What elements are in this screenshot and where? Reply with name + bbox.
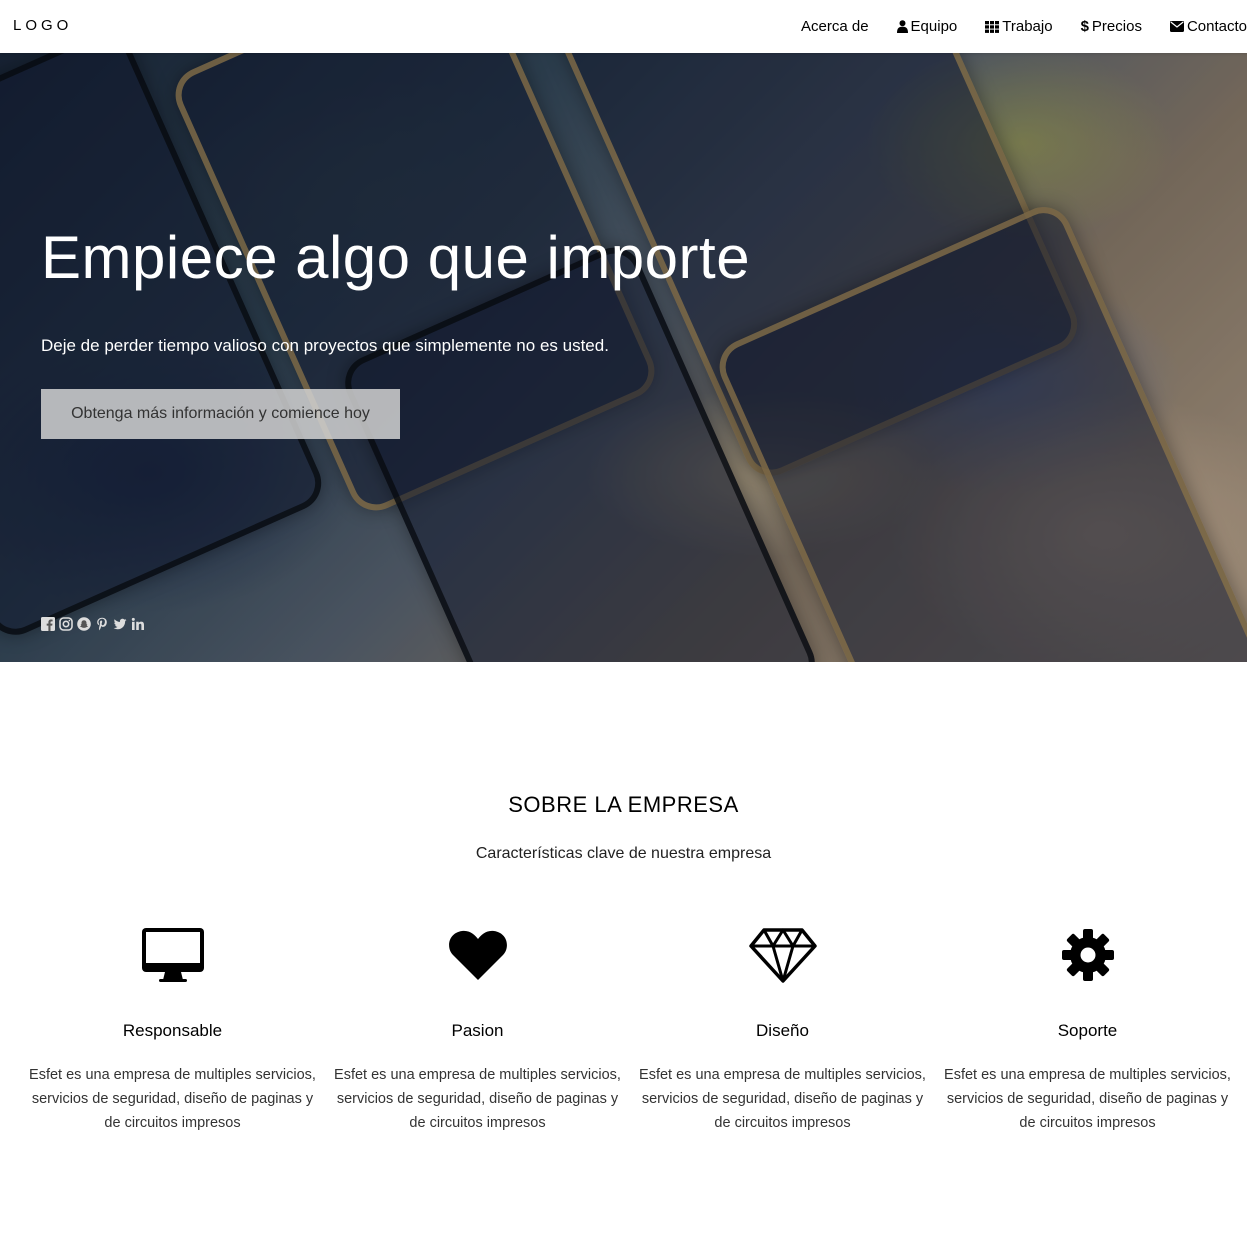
social-links [41, 617, 145, 631]
hero-overlay [0, 53, 1247, 662]
snapchat-icon[interactable] [77, 617, 91, 631]
nav-item-label: Acerca de [801, 18, 869, 35]
instagram-icon[interactable] [59, 617, 73, 631]
nav-item-label: Contacto [1186, 18, 1247, 35]
feature-title: Diseño [756, 1021, 809, 1040]
features-row: Responsable Esfet es una empresa de mult… [20, 925, 1240, 1135]
feature-title: Pasion [451, 1021, 504, 1040]
hero-title: Empiece algo que importe [41, 224, 751, 291]
nav-item-trabajo[interactable]: Trabajo [971, 0, 1066, 53]
feature-responsable: Responsable Esfet es una empresa de mult… [20, 925, 325, 1135]
linkedin-icon[interactable] [131, 617, 145, 631]
feature-text: Esfet es una empresa de multiples servic… [334, 1067, 621, 1131]
heart-icon [325, 925, 630, 985]
gear-icon [935, 925, 1240, 985]
desktop-icon [20, 925, 325, 985]
nav-item-label: Trabajo [1002, 18, 1053, 35]
nav-item-label: Equipo [910, 18, 958, 35]
feature-diseno: Diseño Esfet es una empresa de multiples… [630, 925, 935, 1135]
hero-section: Empiece algo que importe Deje de perder … [0, 53, 1247, 662]
feature-pasion: Pasion Esfet es una empresa de multiples… [325, 925, 630, 1135]
hero-subtitle: Deje de perder tiempo valioso con proyec… [41, 336, 609, 355]
about-subtitle: Características clave de nuestra empresa [475, 845, 772, 862]
diamond-icon [630, 925, 935, 985]
about-title: SOBRE LA EMPRESA [508, 792, 739, 817]
feature-title: Soporte [1057, 1021, 1118, 1040]
nav-item-contacto[interactable]: Contacto [1156, 0, 1247, 53]
learn-more-button[interactable]: Obtenga más información y comience hoy [41, 389, 400, 439]
grid-icon [985, 20, 1000, 33]
logo[interactable]: LOGO [13, 17, 72, 34]
nav-item-label: Precios [1091, 18, 1142, 35]
dollar-icon: $ [1080, 18, 1089, 35]
feature-text: Esfet es una empresa de multiples servic… [29, 1067, 316, 1131]
nav-item-acerca[interactable]: Acerca de [787, 0, 883, 53]
navbar: LOGO Acerca de Equipo Trabajo $ Precios [0, 0, 1247, 53]
feature-text: Esfet es una empresa de multiples servic… [639, 1067, 926, 1131]
feature-text: Esfet es una empresa de multiples servic… [944, 1067, 1231, 1131]
envelope-icon [1169, 21, 1184, 32]
facebook-icon[interactable] [41, 617, 55, 631]
twitter-icon[interactable] [113, 617, 127, 631]
feature-title: Responsable [122, 1021, 223, 1040]
pinterest-icon[interactable] [95, 617, 109, 631]
feature-soporte: Soporte Esfet es una empresa de multiple… [935, 925, 1240, 1135]
nav-menu: Acerca de Equipo Trabajo $ Precios Conta… [787, 0, 1247, 53]
nav-item-equipo[interactable]: Equipo [883, 0, 972, 53]
nav-item-precios[interactable]: $ Precios [1067, 0, 1156, 53]
user-icon [896, 20, 908, 33]
